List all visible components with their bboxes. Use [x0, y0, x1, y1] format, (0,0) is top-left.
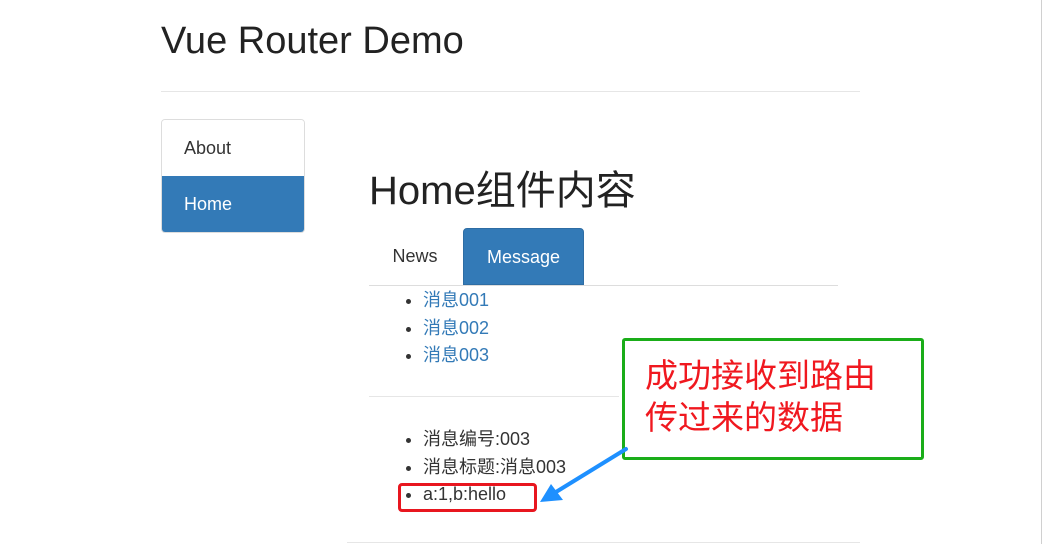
callout-line-2: 传过来的数据	[645, 399, 843, 436]
sidebar-nav: About Home	[161, 119, 305, 233]
list-item: 消息002	[423, 315, 489, 343]
sidebar-item-home[interactable]: Home	[162, 176, 304, 232]
tab-message[interactable]: Message	[463, 228, 584, 285]
list-item: 消息001	[423, 287, 489, 315]
callout-box: 成功接收到路由 传过来的数据	[622, 338, 924, 460]
header-divider	[161, 91, 860, 92]
message-link-001[interactable]: 消息001	[423, 290, 489, 310]
message-link-002[interactable]: 消息002	[423, 318, 489, 338]
bottom-divider	[347, 542, 860, 543]
tab-news[interactable]: News	[369, 228, 461, 285]
content-divider	[369, 396, 619, 397]
detail-id: 消息编号:003	[423, 426, 566, 454]
home-title: Home组件内容	[369, 169, 636, 213]
window-edge-divider	[1041, 0, 1042, 544]
page-title: Vue Router Demo	[161, 20, 464, 62]
highlight-box	[398, 483, 537, 512]
message-link-003[interactable]: 消息003	[423, 345, 489, 365]
list-item: 消息003	[423, 342, 489, 370]
callout-text: 成功接收到路由 传过来的数据	[645, 355, 876, 439]
detail-title: 消息标题:消息003	[423, 454, 566, 482]
callout-line-1: 成功接收到路由	[645, 357, 876, 394]
message-list: 消息001 消息002 消息003	[369, 287, 489, 370]
tab-bar: News Message	[369, 228, 838, 286]
sidebar-item-about[interactable]: About	[162, 120, 304, 176]
